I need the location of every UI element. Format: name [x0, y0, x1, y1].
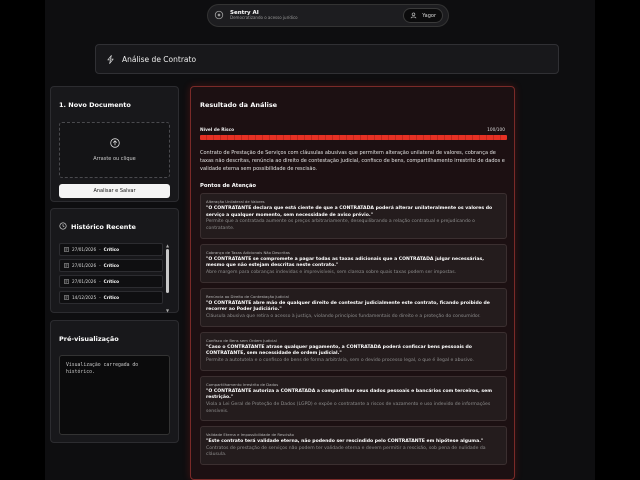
point-quote: "O CONTRATANTE abre mão de qualquer dire… [206, 300, 490, 313]
history-item[interactable]: 14/12/2025 - Crítico [59, 291, 163, 304]
preview-textarea[interactable]: Visualização carregada do histórico. [59, 355, 170, 435]
history-item[interactable]: 27/01/2026 - Crítico [59, 243, 163, 256]
point-description: Permite que a contratada aumente os preç… [206, 219, 475, 231]
sentry-logo-icon [213, 10, 225, 22]
upload-arrow-icon [109, 138, 120, 148]
point-quote: "O CONTRATANTE declara que está ciente d… [206, 206, 493, 218]
point-title: Compartilhamento Irrestrito de Dados [206, 381, 279, 387]
document-icon [64, 263, 69, 268]
history-separator: - [99, 247, 101, 252]
point-description: Viola a Lei Geral de Proteção de Dados (… [206, 401, 491, 414]
document-icon [64, 247, 69, 252]
analysis-summary: Contrato de Prestação de Serviços com cl… [200, 150, 505, 172]
attention-points-list: Alteração Unilateral de Valores "O CONTR… [200, 193, 507, 470]
history-date: 14/12/2025 [72, 295, 97, 300]
risk-level-label: Nível de Risco [200, 128, 235, 133]
history-list: 27/01/2026 - Crítico 27/01/2026 - Crític… [59, 243, 163, 307]
point-title: Validade Eterna e Impossibilidade de Res… [206, 432, 294, 438]
user-name: Yagor [422, 12, 436, 19]
new-document-title: 1. Novo Documento [59, 101, 131, 109]
history-status: Crítico [103, 279, 120, 284]
attention-point: Confisco de Bens sem Ordem Judicial "Cas… [200, 331, 507, 371]
history-date: 27/01/2026 [72, 247, 97, 252]
history-separator: - [99, 279, 101, 284]
history-status: Crítico [103, 295, 120, 300]
scroll-up-arrow-icon[interactable]: ▲ [165, 243, 170, 248]
point-quote: "O CONTRATANTE se compromete a pagar tod… [206, 256, 484, 269]
document-icon [64, 295, 69, 300]
brand: Sentry AI Democratizando o acesso jurídi… [230, 10, 298, 21]
point-title: Cobrança de Taxas Adicionais Não Descrit… [206, 249, 290, 255]
point-description: Abre margem para cobranças indevidas e i… [206, 269, 457, 275]
user-icon [411, 12, 417, 19]
top-nav: Sentry AI Democratizando o acesso jurídi… [207, 4, 449, 27]
app-tagline: Democratizando o acesso jurídico [230, 15, 298, 21]
history-item[interactable]: 27/01/2026 - Crítico [59, 275, 163, 288]
dropzone-label: Arraste ou clique [93, 156, 136, 162]
point-description: Permite a autotutela e o confisco de ben… [206, 357, 474, 363]
recent-history-card: Histórico Recente 27/01/2026 - Crítico 2… [50, 208, 179, 313]
history-status: Crítico [103, 263, 120, 268]
risk-score: 100/100 [487, 128, 505, 133]
page-title: Análise de Contrato [122, 54, 197, 64]
file-dropzone[interactable]: Arraste ou clique [59, 122, 170, 178]
attention-point: Validade Eterna e Impossibilidade de Res… [200, 426, 507, 466]
risk-progress-fill [200, 135, 507, 140]
history-status: Crítico [103, 247, 120, 252]
result-title: Resultado da Análise [200, 101, 278, 109]
attention-points-title: Pontos de Atenção [200, 183, 257, 189]
point-title: Confisco de Bens sem Ordem Judicial [206, 337, 277, 343]
point-title: Alteração Unilateral de Valores [206, 199, 265, 204]
history-scrollbar[interactable]: ▲ ▼ [165, 243, 170, 313]
point-quote: "O CONTRATANTE autoriza a CONTRATADA a c… [206, 388, 493, 401]
page-header: Análise de Contrato [95, 44, 559, 74]
analysis-result-card: Resultado da Análise Nível de Risco 100/… [190, 86, 515, 480]
history-date: 27/01/2026 [72, 279, 97, 284]
document-icon [64, 279, 69, 284]
history-item[interactable]: 27/01/2026 - Crítico [59, 259, 163, 272]
lightning-icon [107, 54, 114, 64]
scroll-down-arrow-icon[interactable]: ▼ [165, 308, 170, 313]
point-description: Contratos de prestação de serviços não p… [206, 445, 486, 458]
user-menu-button[interactable]: Yagor [403, 8, 443, 23]
preview-card: Pré-visualização Visualização carregada … [50, 320, 179, 443]
point-quote: "Caso o CONTRATANTE atrase qualquer paga… [206, 344, 472, 357]
risk-progress-bar [200, 135, 507, 140]
scroll-thumb[interactable] [166, 249, 169, 293]
history-separator: - [99, 295, 101, 300]
history-separator: - [99, 263, 101, 268]
preview-title: Pré-visualização [59, 335, 119, 343]
attention-point: Renúncia ao Direito de Contestação Judic… [200, 287, 507, 327]
point-quote: "Este contrato terá validade eterna, não… [206, 439, 484, 445]
recent-history-title: Histórico Recente [71, 223, 136, 231]
history-date: 27/01/2026 [72, 263, 97, 268]
clock-icon [59, 222, 67, 230]
new-document-card: 1. Novo Documento Arraste ou clique Anal… [50, 86, 179, 202]
point-description: Cláusula abusiva que retira o acesso à j… [206, 313, 481, 319]
attention-point: Compartilhamento Irrestrito de Dados "O … [200, 375, 507, 422]
analyze-save-button[interactable]: Analisar e Salvar [59, 184, 170, 198]
attention-point: Cobrança de Taxas Adicionais Não Descrit… [200, 243, 507, 283]
point-title: Renúncia ao Direito de Contestação Judic… [206, 293, 289, 299]
attention-point: Alteração Unilateral de Valores "O CONTR… [200, 193, 507, 239]
